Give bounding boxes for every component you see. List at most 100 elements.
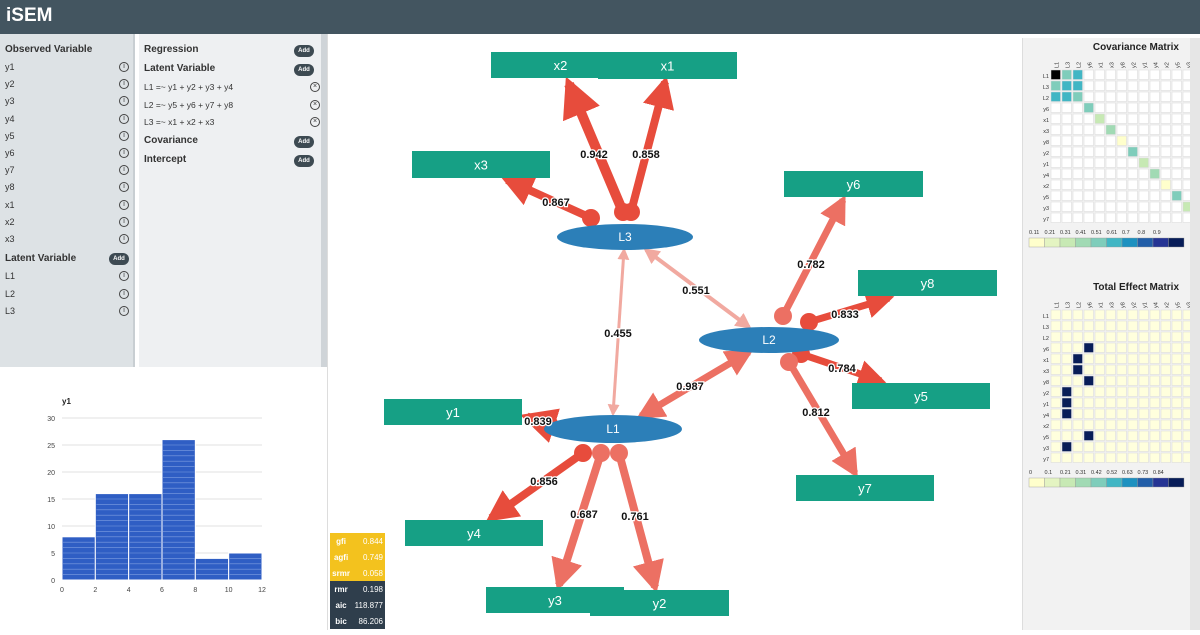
covariance-matrix-cell[interactable] [1160,91,1171,102]
covariance-matrix-cell[interactable] [1116,179,1127,190]
effect-matrix-cell[interactable] [1072,386,1083,397]
effect-matrix-cell[interactable] [1171,386,1182,397]
covariance-matrix-cell[interactable] [1116,190,1127,201]
covariance-matrix-cell[interactable] [1149,146,1160,157]
effect-matrix-cell[interactable] [1105,331,1116,342]
effect-matrix-cell[interactable] [1171,441,1182,452]
effect-matrix-cell[interactable] [1171,375,1182,386]
covariance-matrix-cell[interactable] [1171,124,1182,135]
covariance-matrix-cell[interactable] [1138,69,1149,80]
effect-matrix-cell[interactable] [1149,419,1160,430]
covariance-matrix-cell[interactable] [1072,212,1083,223]
effect-matrix-cell[interactable] [1072,353,1083,364]
effect-matrix-cell[interactable] [1094,331,1105,342]
effect-matrix-cell[interactable] [1171,353,1182,364]
effect-matrix-cell[interactable] [1127,397,1138,408]
effect-matrix-cell[interactable] [1160,342,1171,353]
effect-matrix-cell[interactable] [1138,430,1149,441]
covariance-matrix-cell[interactable] [1083,135,1094,146]
covariance-matrix-cell[interactable] [1105,157,1116,168]
effect-matrix-cell[interactable] [1072,320,1083,331]
covariance-matrix-cell[interactable] [1061,113,1072,124]
covariance-matrix-cell[interactable] [1160,102,1171,113]
covariance-matrix-cell[interactable] [1072,124,1083,135]
effect-matrix-cell[interactable] [1072,452,1083,463]
effect-matrix-cell[interactable] [1160,452,1171,463]
covariance-matrix-cell[interactable] [1105,80,1116,91]
effect-matrix-cell[interactable] [1094,364,1105,375]
info-icon[interactable]: i [119,62,129,72]
covariance-matrix-cell[interactable] [1127,124,1138,135]
info-icon[interactable]: i [119,182,129,193]
effect-matrix-cell[interactable] [1171,320,1182,331]
effect-matrix-cell[interactable] [1149,408,1160,419]
effect-matrix-cell[interactable] [1061,430,1072,441]
covariance-matrix-cell[interactable] [1083,113,1094,124]
covariance-matrix-cell[interactable] [1171,179,1182,190]
effect-matrix-cell[interactable] [1105,397,1116,408]
info-icon[interactable]: i [119,306,129,316]
observed-variable-x2[interactable]: x2 i [5,215,129,231]
effect-matrix-cell[interactable] [1083,441,1094,452]
covariance-matrix-cell[interactable] [1116,102,1127,113]
info-icon[interactable]: i [119,148,129,158]
effect-matrix-cell[interactable] [1160,419,1171,430]
add-latent-model-button[interactable]: Add [294,64,314,76]
info-icon[interactable]: i [119,130,129,141]
covariance-matrix-cell[interactable] [1127,69,1138,80]
covariance-matrix-cell[interactable] [1171,113,1182,124]
effect-matrix-cell[interactable] [1171,452,1182,463]
covariance-matrix-cell[interactable] [1050,146,1061,157]
effect-matrix-cell[interactable] [1171,309,1182,320]
effect-matrix-cell[interactable] [1127,430,1138,441]
effect-matrix-cell[interactable] [1083,397,1094,408]
effect-matrix-cell[interactable] [1061,386,1072,397]
covariance-matrix-cell[interactable] [1050,91,1061,102]
covariance-matrix-cell[interactable] [1127,201,1138,212]
covariance-matrix-cell[interactable] [1138,190,1149,201]
covariance-matrix-cell[interactable] [1050,135,1061,146]
effect-matrix-cell[interactable] [1061,375,1072,386]
covariance-matrix-cell[interactable] [1127,146,1138,157]
effect-matrix-cell[interactable] [1072,408,1083,419]
effect-matrix-cell[interactable] [1050,430,1061,441]
covariance-matrix-cell[interactable] [1116,157,1127,168]
effect-matrix-cell[interactable] [1138,397,1149,408]
covariance-matrix-cell[interactable] [1072,146,1083,157]
covariance-matrix-cell[interactable] [1105,102,1116,113]
effect-matrix-cell[interactable] [1149,386,1160,397]
covariance-matrix-cell[interactable] [1050,102,1061,113]
latent-variable-L3[interactable]: L3 i [5,304,129,320]
covariance-matrix-cell[interactable] [1138,91,1149,102]
effect-matrix-cell[interactable] [1116,430,1127,441]
effect-matrix-cell[interactable] [1072,441,1083,452]
covariance-matrix-cell[interactable] [1138,212,1149,223]
covariance-matrix-cell[interactable] [1149,80,1160,91]
effect-matrix-cell[interactable] [1050,342,1061,353]
covariance-matrix-cell[interactable] [1072,135,1083,146]
effect-matrix-cell[interactable] [1083,309,1094,320]
effect-matrix-cell[interactable] [1171,331,1182,342]
effect-matrix-cell[interactable] [1050,353,1061,364]
covariance-matrix-cell[interactable] [1050,157,1061,168]
observed-variable-y4[interactable]: y4 i [5,112,129,128]
covariance-matrix-cell[interactable] [1105,179,1116,190]
covariance-matrix-cell[interactable] [1061,157,1072,168]
effect-matrix-cell[interactable] [1127,364,1138,375]
effect-matrix-cell[interactable] [1127,408,1138,419]
covariance-matrix-cell[interactable] [1138,157,1149,168]
info-icon[interactable]: i [119,79,129,90]
effect-matrix-cell[interactable] [1061,320,1072,331]
effect-matrix-cell[interactable] [1050,386,1061,397]
effect-matrix-cell[interactable] [1116,342,1127,353]
remove-circle-icon[interactable]: × [310,82,320,92]
covariance-matrix-cell[interactable] [1094,80,1105,91]
effect-matrix-cell[interactable] [1061,408,1072,419]
covariance-matrix-cell[interactable] [1061,80,1072,91]
covariance-matrix-cell[interactable] [1149,168,1160,179]
covariance-matrix-cell[interactable] [1149,69,1160,80]
effect-matrix-cell[interactable] [1160,320,1171,331]
latent-variable-L1[interactable]: L1 i [5,269,129,285]
covariance-matrix-cell[interactable] [1094,102,1105,113]
observed-variable-y1[interactable]: y1 i [5,60,129,76]
